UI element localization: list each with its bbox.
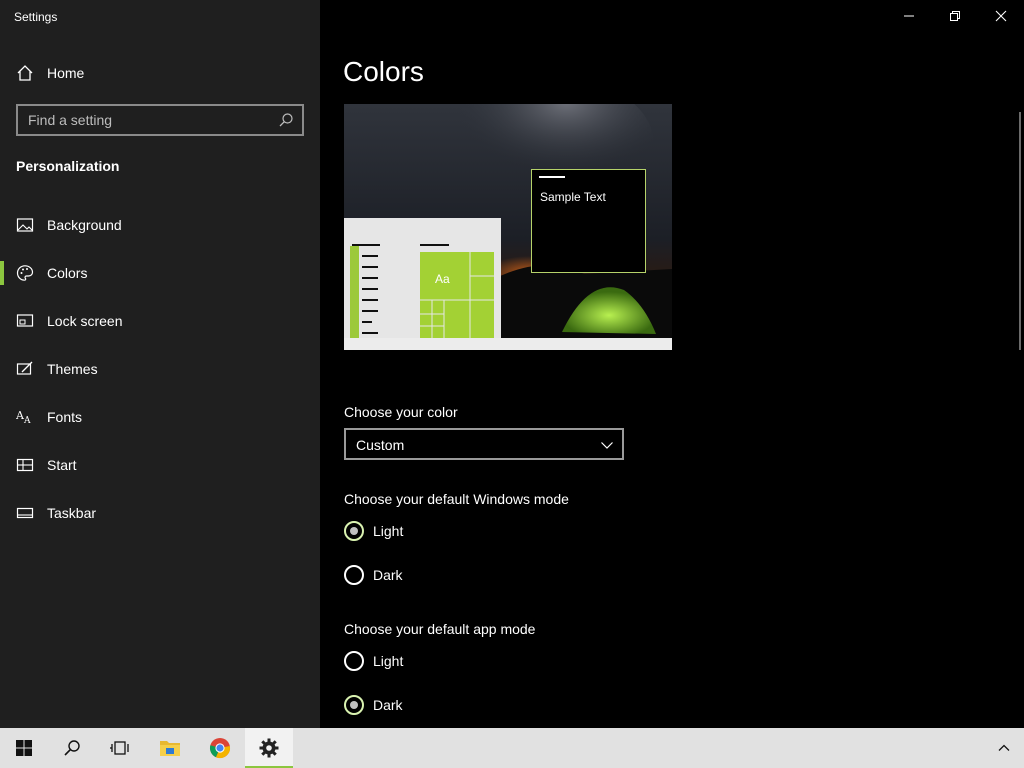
settings-icon bbox=[259, 738, 279, 758]
theme-preview: Aa Sample Text bbox=[344, 104, 672, 350]
start-icon bbox=[16, 456, 34, 474]
restore-button[interactable] bbox=[932, 0, 978, 32]
minimize-icon bbox=[904, 15, 914, 17]
settings-taskbar-button[interactable] bbox=[245, 728, 293, 768]
search-icon[interactable] bbox=[278, 112, 294, 128]
file-explorer-icon bbox=[160, 741, 180, 756]
home-icon bbox=[16, 64, 34, 82]
sidebar-item-label: Lock screen bbox=[47, 313, 123, 329]
sidebar-item-label: Taskbar bbox=[47, 505, 97, 521]
radio-circle[interactable] bbox=[344, 651, 364, 671]
sidebar-item-colors[interactable]: Colors bbox=[0, 253, 320, 293]
selection-indicator bbox=[0, 261, 4, 285]
chevron-down-icon bbox=[600, 438, 614, 452]
task-view-icon bbox=[110, 741, 129, 755]
search-box[interactable] bbox=[16, 104, 304, 136]
windows-mode-light-radio[interactable]: Light bbox=[344, 521, 544, 545]
close-icon bbox=[995, 10, 1007, 22]
lock-screen-icon bbox=[16, 312, 34, 330]
sidebar-item-label: Start bbox=[47, 457, 77, 473]
app-mode-dark-radio[interactable]: Dark bbox=[344, 695, 544, 719]
sidebar-item-label: Fonts bbox=[47, 409, 83, 425]
nav-home[interactable]: Home bbox=[0, 56, 320, 90]
radio-circle[interactable] bbox=[344, 565, 364, 585]
picture-icon bbox=[16, 216, 34, 234]
radio-circle[interactable] bbox=[344, 521, 364, 541]
restore-icon bbox=[950, 11, 960, 21]
search-icon bbox=[64, 740, 80, 756]
windows-start-icon bbox=[16, 740, 32, 756]
app-mode-light-radio[interactable]: Light bbox=[344, 651, 544, 675]
app-mode-label: Choose your default app mode bbox=[344, 621, 536, 637]
sidebar-item-label: Colors bbox=[47, 265, 88, 281]
sidebar-item-themes[interactable]: Themes bbox=[0, 349, 320, 389]
taskbar-icon bbox=[16, 504, 34, 522]
minimize-button[interactable] bbox=[886, 0, 932, 32]
sidebar-item-background[interactable]: Background bbox=[0, 205, 320, 245]
show-hidden-icons-button[interactable] bbox=[984, 728, 1024, 768]
choose-color-label: Choose your color bbox=[344, 404, 458, 420]
radio-label: Dark bbox=[373, 567, 403, 583]
svg-text:A: A bbox=[23, 416, 31, 426]
search-input[interactable] bbox=[18, 106, 302, 134]
app-title: Settings bbox=[14, 10, 58, 24]
radio-circle[interactable] bbox=[344, 695, 364, 715]
file-explorer-button[interactable] bbox=[146, 728, 194, 768]
tile-text: Aa bbox=[435, 272, 450, 286]
radio-label: Light bbox=[373, 653, 404, 669]
chrome-button[interactable] bbox=[196, 728, 244, 768]
sidebar-item-label: Themes bbox=[47, 361, 98, 377]
taskbar-search-button[interactable] bbox=[48, 728, 96, 768]
page-title: Colors bbox=[343, 56, 424, 87]
section-title: Personalization bbox=[16, 158, 120, 174]
palette-icon bbox=[16, 264, 34, 282]
windows-mode-dark-radio[interactable]: Dark bbox=[344, 565, 544, 589]
task-view-button[interactable] bbox=[96, 728, 144, 768]
sidebar-item-taskbar[interactable]: Taskbar bbox=[0, 493, 320, 533]
sidebar-item-fonts[interactable]: AA Fonts bbox=[0, 397, 320, 437]
sidebar-item-lock-screen[interactable]: Lock screen bbox=[0, 301, 320, 341]
themes-icon bbox=[16, 360, 34, 378]
dropdown-value: Custom bbox=[356, 437, 405, 453]
sidebar-item-label: Background bbox=[47, 217, 122, 233]
close-button[interactable] bbox=[978, 0, 1024, 32]
sidebar-item-start[interactable]: Start bbox=[0, 445, 320, 485]
sample-text: Sample Text bbox=[540, 190, 606, 204]
radio-label: Light bbox=[373, 523, 404, 539]
taskbar bbox=[0, 728, 1024, 768]
start-button[interactable] bbox=[0, 728, 48, 768]
scrollbar[interactable] bbox=[1019, 112, 1021, 350]
fonts-icon: AA bbox=[15, 408, 34, 426]
home-label: Home bbox=[47, 65, 85, 81]
sidebar: Settings Home Personalization Background… bbox=[0, 0, 320, 728]
windows-mode-label: Choose your default Windows mode bbox=[344, 491, 569, 507]
radio-label: Dark bbox=[373, 697, 403, 713]
chevron-up-icon bbox=[998, 744, 1010, 751]
chrome-icon bbox=[209, 738, 231, 759]
choose-color-dropdown[interactable]: Custom bbox=[344, 428, 624, 460]
